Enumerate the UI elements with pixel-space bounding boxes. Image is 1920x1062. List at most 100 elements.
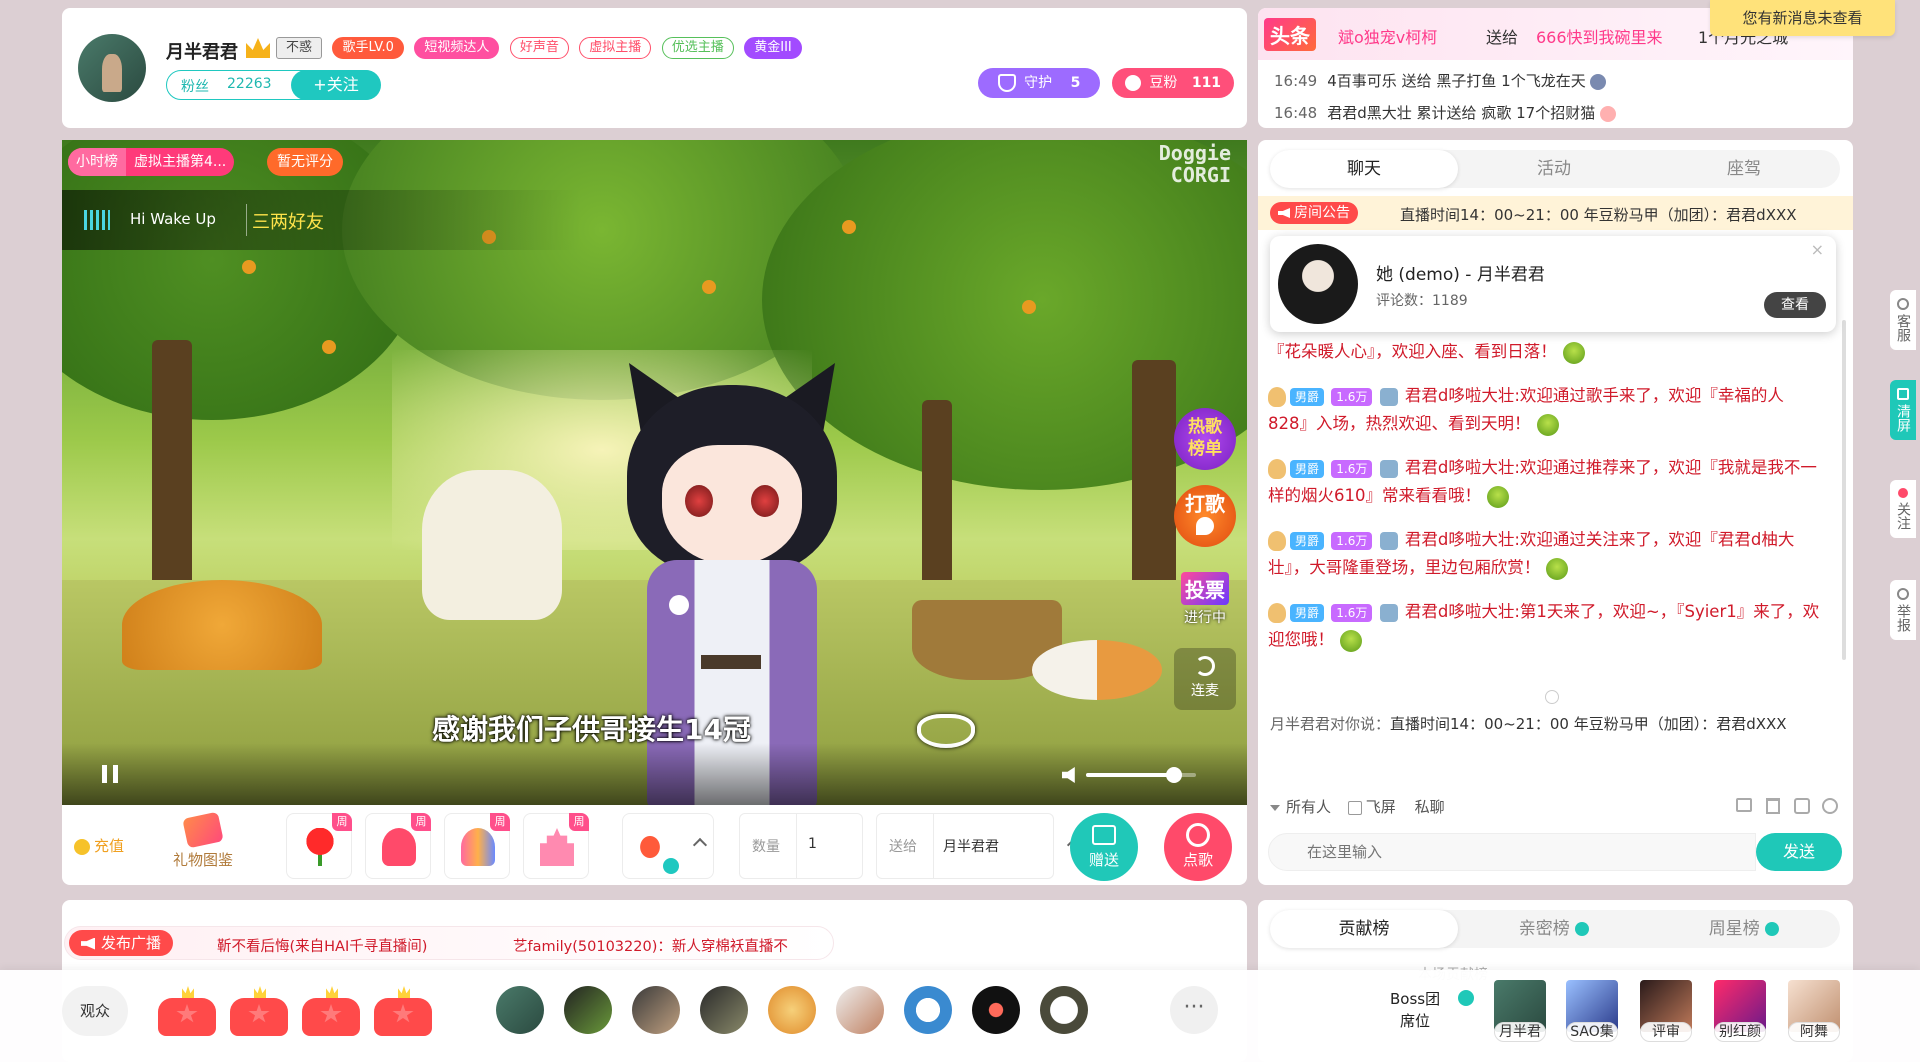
audience-avatar[interactable] [632,986,680,1034]
target-select[interactable]: 所有人 [1270,798,1331,816]
broadcast-item[interactable]: 靳不看后悔(来自HAI千寻直播间) [217,935,427,956]
dage-button[interactable]: 打歌 [1174,485,1236,547]
boss-name: 月半君 [1494,1022,1546,1042]
tab-intimacy[interactable]: 亲密榜 [1460,910,1648,948]
broadcast-item[interactable]: 艺family(50103220)：新人穿棉袄直播不 [513,935,788,956]
smile-emoji-icon [1340,629,1362,652]
sofa-icon [302,998,360,1036]
jubao-label: 举报 [1895,604,1911,632]
help-icon [1765,922,1780,936]
orange-pile [122,580,322,670]
chat-panel: 聊天 活动 座驾 房间公告 直播时间14：00~21：00 年豆粉马甲（加团）：… [1258,140,1853,885]
private-chat-button[interactable]: 私聊 [1415,798,1445,816]
quantity-field[interactable]: 数量 1 [739,813,863,879]
headline-tag: 头条 [1264,18,1316,51]
chat-username[interactable]: 君君d哆啦大壮 [1405,530,1514,549]
new-message-notice[interactable]: 您有新消息未查看 [1710,0,1895,36]
news-item: 16:48 君君d黑大壮 累计送给 疯歌 17个招财猫 [1274,102,1617,123]
trash-icon[interactable] [1766,798,1780,814]
anchor-avatar[interactable] [78,34,146,102]
lianmai-button[interactable]: 连麦 [1174,648,1236,710]
audience-avatar[interactable] [836,986,884,1034]
vip-seat[interactable] [156,984,218,1036]
close-icon[interactable]: × [1811,240,1824,259]
gift-castle[interactable]: 周 [523,813,589,879]
lock-icon[interactable] [1794,798,1810,814]
quantity-value[interactable]: 1 [808,836,817,852]
hour-rank-badge[interactable]: 小时榜 虚拟主播第4... [68,148,235,176]
tab-contribution[interactable]: 贡献榜 [1270,910,1458,948]
chat-username[interactable]: 君君d哆啦大壮 [1405,602,1514,621]
doufen-button[interactable]: 豆粉 111 [1112,68,1234,98]
pause-icon[interactable] [102,765,118,783]
score-badge[interactable]: 暂无评分 [267,148,343,176]
smile-emoji-icon [1546,557,1569,580]
volume-icon[interactable] [1062,767,1075,783]
vote-button[interactable]: 投票 进行中 [1168,572,1242,634]
vip-seat[interactable] [372,984,434,1036]
audience-avatar[interactable] [1040,986,1088,1034]
gift-selected-koi[interactable] [622,813,714,879]
volume-slider[interactable] [1086,767,1196,783]
gift-album-button[interactable]: 礼物图鉴 [168,811,238,879]
headline-user[interactable]: 斌o独宠v柯柯 [1338,24,1437,48]
audience-avatar[interactable] [700,986,748,1034]
chat-tabs: 聊天 活动 座驾 [1270,150,1840,188]
chat-username[interactable]: 君君d哆啦大壮 [1405,386,1514,405]
chevron-up-icon[interactable] [692,837,708,853]
tab-chat[interactable]: 聊天 [1270,150,1458,188]
vip-seat[interactable] [300,984,362,1036]
send-to-field[interactable]: 送给 月半君君 [876,813,1082,879]
audience-avatar[interactable] [904,986,952,1034]
tab-weekly-star[interactable]: 周星榜 [1650,910,1838,948]
popup-avatar [1278,244,1358,324]
tree-trunk [922,400,952,600]
flying-checkbox[interactable]: 飞屏 [1347,798,1396,816]
tab-activity[interactable]: 活动 [1460,150,1648,188]
send-gift-button[interactable]: 赠送 [1070,813,1138,881]
popup-view-button[interactable]: 查看 [1764,292,1826,318]
boss-label-line2: 席位 [1400,1012,1431,1030]
coin-icon [74,838,90,855]
tag-singer-level: 歌手LV.0 [332,37,404,59]
resize-handle[interactable] [1545,690,1559,704]
send-button[interactable]: 发送 [1756,833,1842,871]
hot-song-button[interactable]: 热歌 榜单 [1174,408,1236,470]
follow-button[interactable]: +关注 [291,70,381,100]
news-time: 16:48 [1274,104,1318,122]
help-icon [1575,922,1590,936]
chat-input[interactable] [1268,833,1756,871]
vip-seat[interactable] [228,984,290,1036]
settings-icon[interactable] [1822,798,1838,814]
report-tab[interactable]: 举报 [1890,580,1916,640]
clear-screen-tab[interactable]: 清屏 [1890,380,1916,440]
tab-vehicle[interactable]: 座驾 [1650,150,1838,188]
guard-count: 5 [1070,75,1081,91]
customer-service-tab[interactable]: 客服 [1890,290,1916,350]
request-song-button[interactable]: 点歌 [1164,813,1232,881]
message-icon[interactable] [1736,798,1752,812]
audience-avatar[interactable] [496,986,544,1034]
orange-fruit [1022,300,1036,314]
recharge-button[interactable]: 充值 [74,835,124,856]
gift-carnival[interactable]: 周 [444,813,510,879]
chat-message-partial: 『花朵暖人心』，欢迎入座、看到日落！ [1268,338,1823,366]
audience-avatar[interactable] [972,986,1020,1034]
chat-scrollbar[interactable] [1842,320,1846,660]
popup-title: 她 (demo) - 月半君君 [1376,265,1545,285]
chat-username[interactable]: 君君d哆啦大壮 [1405,458,1514,477]
more-audience-button[interactable]: ··· [1170,986,1218,1034]
audience-avatar[interactable] [768,986,816,1034]
follow-tab[interactable]: 关注 [1890,480,1916,538]
help-icon[interactable] [1458,990,1474,1006]
guard-button[interactable]: 守护 5 [978,68,1100,98]
volume-knob[interactable] [1166,767,1182,783]
broadcast-button[interactable]: 发布广播 [69,930,174,956]
gift-rocket[interactable]: 周 [365,813,431,879]
gift-rose[interactable]: 周 [286,813,352,879]
headline-target[interactable]: 666快到我碗里来 [1536,24,1663,48]
audience-avatar[interactable] [564,986,612,1034]
video-player[interactable]: 小时榜 虚拟主播第4... 暂无评分 Hi Wake Up 三两好友 Doggie… [62,140,1247,805]
sofa-icon [374,998,432,1036]
hour-rank-value: 虚拟主播第4... [134,154,227,170]
